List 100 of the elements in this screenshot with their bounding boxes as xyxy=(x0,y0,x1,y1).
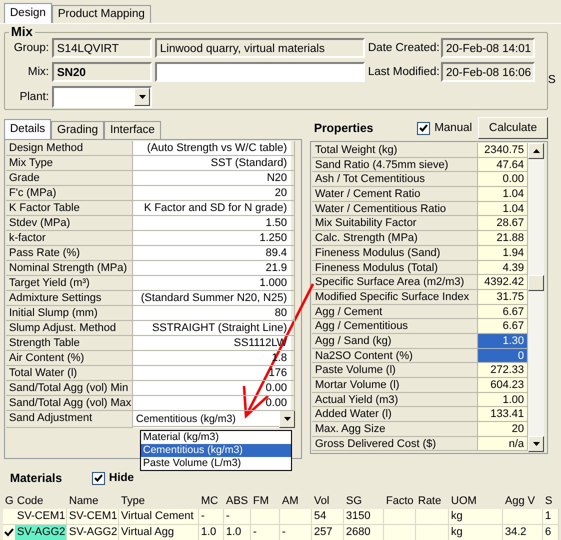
column-header[interactable]: Vol xyxy=(312,493,344,509)
calculate-button[interactable]: Calculate xyxy=(478,117,548,139)
property-value[interactable]: 20 xyxy=(478,422,528,437)
property-label: Fineness Modulus (Total) xyxy=(312,260,478,276)
column-header[interactable]: UOM xyxy=(449,493,503,509)
tab[interactable]: Grading xyxy=(51,121,104,139)
hide-checkbox[interactable] xyxy=(92,472,106,484)
up-arrow-icon xyxy=(532,149,540,153)
tab[interactable]: Design xyxy=(4,3,52,23)
property-label: Total Weight (kg) xyxy=(312,143,478,158)
column-header[interactable]: Type xyxy=(119,493,199,509)
mix-description-field[interactable] xyxy=(155,62,365,82)
property-label: Pass Rate (%) xyxy=(6,246,133,261)
manual-checkbox[interactable] xyxy=(417,122,430,134)
property-value[interactable]: 4392.42 xyxy=(478,275,528,290)
property-label: Sand Adjustment xyxy=(6,411,133,428)
property-value[interactable]: 133.41 xyxy=(478,407,528,422)
table-cell: 34.2 xyxy=(503,525,543,540)
property-value[interactable]: 4.39 xyxy=(478,260,528,276)
property-label: Water / Cement Ratio xyxy=(312,187,478,202)
property-label: Admixture Settings xyxy=(6,291,133,306)
field-label: Group: xyxy=(12,42,49,54)
field-label: Mix: xyxy=(26,66,49,78)
property-value[interactable]: 1.04 xyxy=(478,187,528,202)
table-cell: Virtual Cement xyxy=(119,509,199,525)
property-value[interactable]: 0 xyxy=(478,348,528,364)
property-label: Total Water (l) xyxy=(6,366,133,381)
mix-field[interactable]: SN20 xyxy=(52,62,152,82)
table-cell: 1.0 xyxy=(199,525,224,540)
table-cell: 1 xyxy=(543,509,559,525)
column-header[interactable]: FM xyxy=(251,493,280,509)
property-label: Paste Volume (l) xyxy=(312,363,478,378)
tab[interactable]: Interface xyxy=(104,121,161,139)
property-label: Gross Delivered Cost ($) xyxy=(312,436,478,452)
property-label: Fineness Modulus (Sand) xyxy=(312,246,478,260)
row-check-cell[interactable] xyxy=(3,525,15,540)
property-value[interactable]: 604.23 xyxy=(478,378,528,393)
property-label: Mix Type xyxy=(6,156,133,171)
column-header[interactable]: Code xyxy=(15,493,67,509)
table-cell: - xyxy=(199,509,224,525)
column-header[interactable]: SG xyxy=(344,493,384,509)
property-value[interactable]: 1.94 xyxy=(478,246,528,260)
table-cell: SV-AGG2 xyxy=(67,525,119,540)
column-header[interactable]: G xyxy=(3,493,15,509)
last-modified-field[interactable]: 20-Feb-08 16:06 xyxy=(441,62,535,82)
property-value[interactable]: 0.00 xyxy=(478,172,528,188)
plant-dropdown[interactable] xyxy=(52,86,152,108)
tab[interactable]: Details xyxy=(4,119,52,139)
tab[interactable]: Product Mapping xyxy=(52,5,151,23)
table-cell: SV-CEM1 xyxy=(67,509,119,525)
dropdown-option[interactable]: Cementitious (kg/m3) xyxy=(141,444,291,457)
column-header[interactable]: Rate xyxy=(416,493,449,509)
table-cell: kg xyxy=(449,525,503,540)
property-label: Modified Specific Surface Index xyxy=(312,290,478,305)
property-value[interactable]: 1.00 xyxy=(478,392,528,408)
property-value[interactable]: 6.67 xyxy=(478,319,528,334)
column-header[interactable]: ABS xyxy=(224,493,251,509)
scrollbar[interactable] xyxy=(528,143,544,452)
table-cell: 6 xyxy=(543,525,559,540)
property-value[interactable]: 21.88 xyxy=(478,231,528,246)
date-created-field[interactable]: 20-Feb-08 14:01 xyxy=(441,38,535,58)
property-value[interactable]: 6.67 xyxy=(478,304,528,320)
table-cell: 3150 xyxy=(344,509,384,525)
column-header[interactable]: Agg V xyxy=(503,493,543,509)
property-label: Added Water (l) xyxy=(312,407,478,422)
column-header[interactable]: AM xyxy=(280,493,312,509)
row-check-cell[interactable] xyxy=(3,509,15,525)
table-cell: 2680 xyxy=(344,525,384,540)
property-label: Stdev (MPa) xyxy=(6,216,133,231)
table-cell: - xyxy=(224,509,251,525)
column-header[interactable]: Facto xyxy=(384,493,416,509)
property-label: Air Content (%) xyxy=(6,351,133,366)
property-value[interactable]: 1.30 xyxy=(478,334,528,349)
field-label: Date Created: xyxy=(368,42,438,54)
group-description-field[interactable]: Linwood quarry, virtual materials xyxy=(155,38,365,58)
column-header[interactable]: S xyxy=(543,493,559,509)
property-value[interactable]: 1.04 xyxy=(478,202,528,216)
property-value[interactable]: 28.67 xyxy=(478,216,528,232)
column-header[interactable]: Name xyxy=(67,493,119,509)
field-label: Plant: xyxy=(18,91,49,103)
property-label: Agg / Cementitious xyxy=(312,319,478,334)
caret-icon xyxy=(138,95,146,99)
scrollbar-thumb[interactable] xyxy=(528,275,544,291)
property-label: Design Method xyxy=(6,141,133,156)
table-cell: - xyxy=(280,525,312,540)
property-value[interactable]: n/a xyxy=(478,436,528,452)
table-cell xyxy=(280,509,312,525)
field-label: Last Modified: xyxy=(368,66,438,78)
checkbox-label: Manual xyxy=(434,122,472,134)
group-field[interactable]: S14LQVIRT xyxy=(52,38,152,58)
property-label: Sand Ratio (4.75mm sieve) xyxy=(312,158,478,172)
property-label: F'c (MPa) xyxy=(6,186,133,201)
property-value[interactable]: 47.64 xyxy=(478,158,528,172)
property-label: Mortar Volume (l) xyxy=(312,378,478,393)
column-header[interactable]: MC xyxy=(199,493,224,509)
property-value[interactable]: 31.75 xyxy=(478,290,528,305)
table-cell xyxy=(416,509,449,525)
property-value[interactable]: 2340.75 xyxy=(478,143,528,158)
sand-adjustment-dropdown[interactable]: Cementitious (kg/m3) xyxy=(133,411,295,427)
property-value[interactable]: 272.33 xyxy=(478,363,528,378)
